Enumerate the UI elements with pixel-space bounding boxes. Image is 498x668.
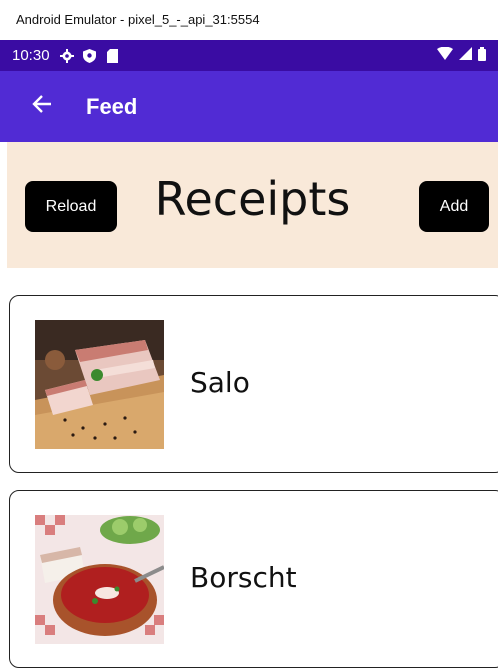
battery-icon [478, 46, 486, 65]
signal-icon [459, 47, 472, 64]
arrow-back-icon [32, 94, 52, 119]
wifi-icon [437, 46, 453, 64]
recipe-card-salo[interactable]: Salo [9, 295, 498, 473]
shield-icon [83, 48, 97, 63]
status-time: 10:30 [12, 47, 50, 64]
borscht-photo [35, 515, 164, 644]
window-title: Android Emulator - pixel_5_-_api_31:5554 [0, 0, 498, 40]
recipe-name: Salo [190, 366, 250, 399]
salo-photo [35, 320, 164, 449]
recipe-name: Borscht [190, 561, 297, 594]
recipe-card-borscht[interactable]: Borscht [9, 490, 498, 668]
add-button[interactable]: Add [419, 181, 489, 232]
status-bar: 10:30 [0, 40, 498, 71]
page-title: Feed [86, 93, 138, 119]
gear-icon [59, 48, 74, 63]
back-button[interactable] [22, 87, 62, 127]
status-right-icons [437, 46, 486, 65]
app-bar: Feed [0, 71, 498, 142]
header-panel: Reload Receipts Add [7, 142, 498, 268]
sd-card-icon [106, 48, 120, 63]
